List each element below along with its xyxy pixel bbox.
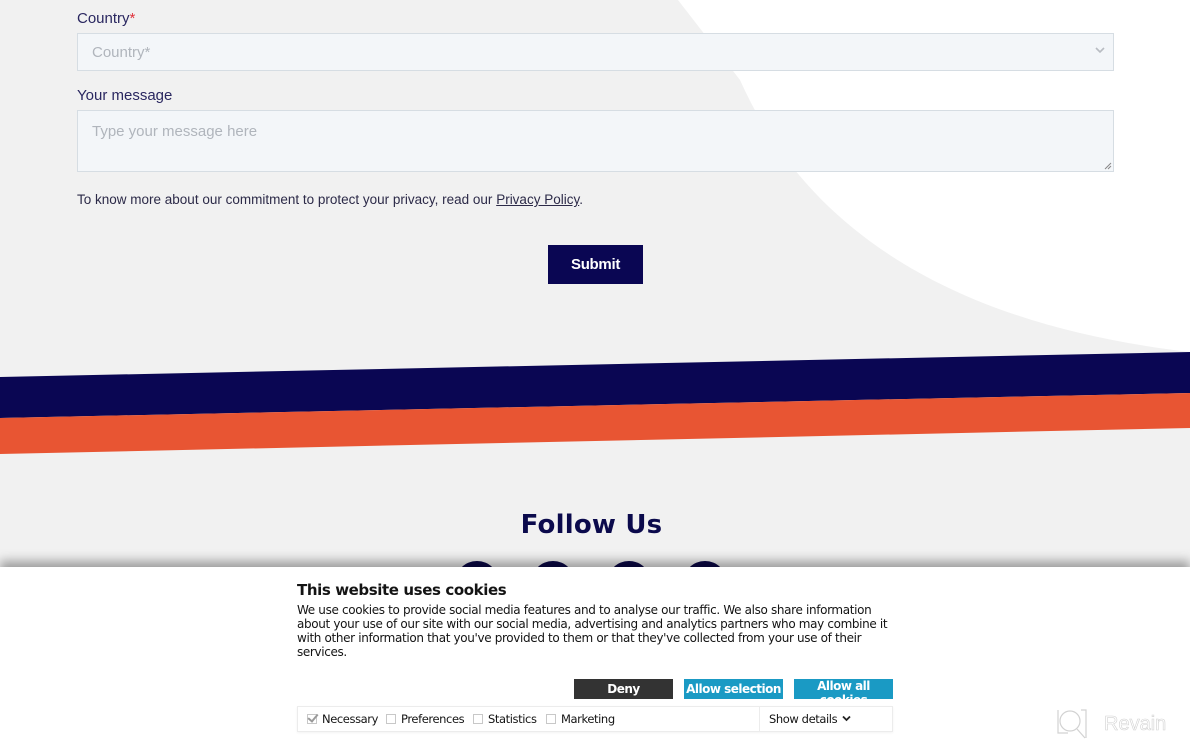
resize-grip-icon[interactable] (1103, 161, 1112, 170)
checkbox-icon[interactable] (473, 714, 483, 724)
message-placeholder: Type your message here (92, 123, 258, 140)
privacy-notice: To know more about our commitment to pro… (77, 192, 583, 207)
checkbox-icon[interactable] (386, 714, 396, 724)
checkbox-preferences[interactable]: Preferences (386, 712, 465, 726)
cookie-banner: This website uses cookies We use cookies… (0, 567, 1190, 753)
submit-button[interactable]: Submit (548, 245, 643, 284)
country-select[interactable]: Country* (77, 33, 1114, 71)
checkbox-statistics[interactable]: Statistics (473, 712, 537, 726)
chevron-down-icon (1095, 47, 1105, 54)
checkbox-necessary[interactable]: Necessary (307, 712, 378, 726)
country-label: Country* (77, 10, 136, 27)
revain-label: Revain (1104, 712, 1167, 735)
follow-us-heading: Follow Us (520, 510, 663, 540)
deny-button[interactable]: Deny (574, 679, 673, 699)
cookie-banner-title: This website uses cookies (297, 581, 507, 599)
consent-options-bar: Necessary Preferences Statistics Marketi… (297, 706, 893, 732)
allow-selection-button[interactable]: Allow selection (684, 679, 783, 699)
checkbox-marketing[interactable]: Marketing (546, 712, 615, 726)
show-details-toggle[interactable]: Show details (759, 707, 893, 731)
revain-watermark: Revain (1055, 707, 1167, 741)
message-textarea[interactable]: Type your message here (77, 110, 1114, 172)
country-placeholder: Country* (92, 44, 151, 61)
required-mark: * (129, 10, 136, 27)
message-label: Your message (77, 87, 173, 104)
allow-all-cookies-button[interactable]: Allow all cookies (794, 679, 893, 707)
revain-logo-icon (1057, 709, 1087, 739)
checkbox-icon-checked[interactable] (307, 714, 317, 724)
cookie-banner-text: We use cookies to provide social media f… (297, 603, 888, 659)
chevron-down-icon (842, 715, 851, 722)
privacy-policy-link[interactable]: Privacy Policy (496, 192, 579, 207)
checkbox-icon[interactable] (546, 714, 556, 724)
